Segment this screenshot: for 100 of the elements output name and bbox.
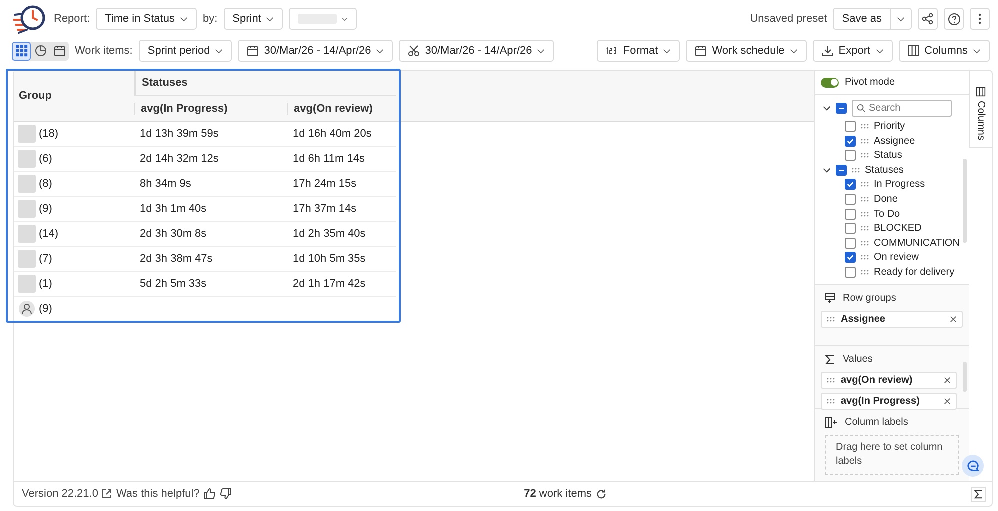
drag-handle-icon[interactable] [861,212,869,217]
column-label: In Progress [874,179,926,190]
avatar-placeholder [18,225,36,243]
column-group-label: Statuses [865,164,904,176]
search-field[interactable]: Search [852,100,952,117]
download-icon [822,45,834,57]
drag-handle-icon[interactable] [852,168,860,173]
chat-icon [966,460,980,472]
column-label: Status [874,150,902,162]
group-count: (1) [39,278,52,290]
columns-tab[interactable]: Columns [969,71,992,148]
thumbs-up-icon[interactable] [204,488,216,500]
column-label: To Do [874,208,900,220]
drag-handle-icon[interactable] [827,399,835,404]
columns-button[interactable]: Columns [898,40,990,62]
group-count: (6) [39,153,52,165]
pivot-mode-label: Pivot mode [845,77,896,88]
columns-icon [908,45,920,57]
drag-handle-icon[interactable] [861,153,869,158]
drop-zone[interactable]: Drag here to set column labels [825,435,959,475]
column-header: avg(In Progress) [134,102,287,114]
grid-view-button[interactable] [12,42,31,60]
pie-chart-icon [34,45,46,57]
close-icon[interactable] [950,316,957,322]
group-count: (9) [39,303,52,315]
table-cell: 2d 1h 17m 42s [293,278,366,290]
report-label: Report: [54,13,90,25]
drag-handle-icon[interactable] [861,124,869,130]
save-as-button[interactable]: Save as [833,8,891,30]
checkbox[interactable] [845,136,856,147]
grid-icon [16,45,28,57]
more-button[interactable] [970,8,990,30]
section-title: Values [843,354,873,365]
group-count: (18) [39,128,59,140]
checkbox[interactable] [845,150,856,162]
sigma-icon [974,490,983,498]
format-button[interactable]: Format [597,40,680,62]
table-cell: 1d 13h 39m 59s [140,128,219,140]
table-cell: 1d 16h 40m 20s [293,128,372,140]
cut-range-dropdown[interactable]: 30/Mar/26 - 14/Apr/26 [399,40,554,62]
help-icon [948,12,960,26]
by-dropdown[interactable]: Sprint [224,8,284,30]
help-button[interactable] [944,8,964,30]
by-label: by: [202,13,218,25]
version-link[interactable]: Version 22.21.0 [22,488,98,500]
more-icon [978,13,982,25]
drag-handle-icon[interactable] [827,378,835,383]
drag-handle-icon[interactable] [861,255,869,260]
row-group-chip[interactable]: Assignee [821,310,963,328]
external-link-icon[interactable] [102,489,112,499]
checkbox[interactable] [845,194,856,206]
caret-icon [180,16,188,22]
period-dropdown[interactable]: Sprint period [138,40,232,62]
checkbox[interactable] [845,252,856,264]
refresh-icon[interactable] [596,488,607,500]
chevron-icon[interactable] [823,168,831,173]
avatar-placeholder [18,150,36,168]
chat-button[interactable] [962,455,984,477]
report-dropdown[interactable]: Time in Status [96,8,197,30]
avatar-placeholder [18,125,36,143]
column-label: BLOCKED [874,223,922,234]
drag-handle-icon[interactable] [861,197,869,202]
sum-button[interactable] [971,486,986,502]
calendar-icon [695,45,708,57]
caret-icon [376,48,384,54]
checkbox[interactable] [845,267,856,278]
checkbox[interactable] [845,121,856,132]
table-cell: 1d 2h 35m 40s [293,228,366,240]
thumbs-down-icon[interactable] [220,488,232,500]
scissors-icon [408,45,420,57]
caret-icon [876,48,884,54]
checkbox[interactable] [845,179,856,190]
date-range-dropdown[interactable]: 30/Mar/26 - 14/Apr/26 [238,40,394,62]
feedback-prompt: Was this helpful? [116,488,200,500]
schedule-button[interactable]: Work schedule [686,40,807,62]
number-format-icon [606,47,618,55]
value-chip[interactable]: avg(In Progress) [821,393,957,410]
drag-handle-icon[interactable] [861,270,869,276]
avatar-placeholder [18,175,36,193]
drag-handle-icon[interactable] [861,182,869,188]
value-chip[interactable]: avg(On review) [821,372,957,389]
drag-handle-icon[interactable] [861,240,869,246]
close-icon[interactable] [944,398,951,405]
pivot-mode-toggle[interactable] [821,78,839,88]
checkbox[interactable] [836,102,847,114]
drag-handle-icon[interactable] [861,138,869,144]
checkbox[interactable] [845,208,856,220]
share-button[interactable] [918,8,938,30]
chevron-icon[interactable] [823,106,831,111]
checkbox[interactable] [836,164,847,176]
table-cell: 5d 2h 5m 33s [140,278,207,290]
group-count: (9) [39,203,52,215]
share-icon [922,13,934,25]
caret-icon [897,16,905,22]
checkbox[interactable] [845,223,856,234]
drag-handle-icon[interactable] [861,226,869,232]
checkbox[interactable] [845,238,856,249]
drag-handle-icon[interactable] [827,316,835,322]
close-icon[interactable] [944,377,951,384]
export-button[interactable]: Export [812,40,893,62]
